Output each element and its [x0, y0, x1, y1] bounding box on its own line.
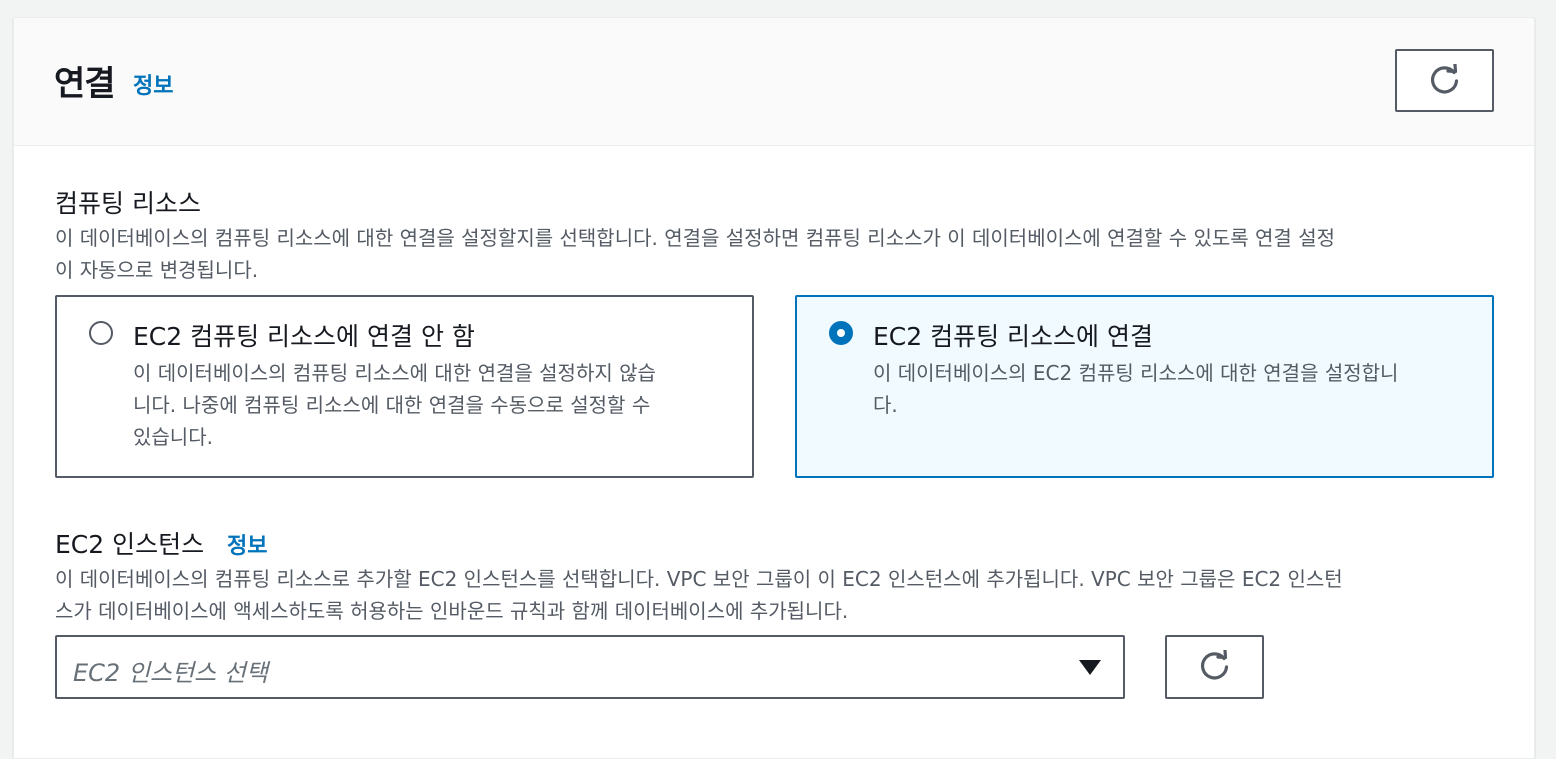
option-connect-desc-line-1: 이 데이터베이스의 EC2 컴퓨팅 리소스에 대한 연결을 설정합니: [873, 361, 1399, 385]
option-no-connect-desc-line-3: 있습니다.: [133, 425, 213, 449]
radio-connect[interactable]: [829, 321, 853, 345]
refresh-button[interactable]: [1395, 49, 1494, 112]
info-link[interactable]: 정보: [133, 68, 173, 100]
ec2-instance-select-placeholder: EC2 인스턴스 선택: [73, 659, 268, 687]
option-connect-desc-line-2: 다.: [873, 393, 898, 417]
option-no-connect[interactable]: EC2 컴퓨팅 리소스에 연결 안 함 이 데이터베이스의 컴퓨팅 리소스에 대…: [55, 295, 754, 478]
ec2-instance-description-1: 이 데이터베이스의 컴퓨팅 리소스로 추가할 EC2 인스턴스를 선택합니다. …: [55, 567, 1343, 591]
ec2-instance-label: EC2 인스턴스: [55, 530, 205, 559]
connectivity-panel: 연결 정보 컴퓨팅 리소스 이 데이터베이스의 컴퓨팅 리소스에 대한 연결을 …: [13, 17, 1535, 759]
ec2-instance-info-link[interactable]: 정보: [227, 528, 267, 560]
option-no-connect-desc-line-2: 니다. 나중에 컴퓨팅 리소스에 대한 연결을 수동으로 설정할 수: [133, 393, 651, 417]
refresh-icon: [1430, 63, 1458, 93]
option-no-connect-description: 이 데이터베이스의 컴퓨팅 리소스에 대한 연결을 설정하지 않습 니다. 나중…: [133, 357, 733, 453]
option-no-connect-title: EC2 컴퓨팅 리소스에 연결 안 함: [133, 322, 475, 351]
option-connect[interactable]: EC2 컴퓨팅 리소스에 연결 이 데이터베이스의 EC2 컴퓨팅 리소스에 대…: [795, 295, 1494, 478]
radio-no-connect[interactable]: [89, 321, 113, 345]
instance-refresh-button[interactable]: [1165, 635, 1264, 699]
compute-resource-description-2: 이 자동으로 변경됩니다.: [55, 258, 259, 282]
option-connect-description: 이 데이터베이스의 EC2 컴퓨팅 리소스에 대한 연결을 설정합니 다.: [873, 357, 1473, 421]
caret-down-icon: [1079, 660, 1101, 675]
refresh-icon: [1200, 650, 1228, 680]
option-connect-title: EC2 컴퓨팅 리소스에 연결: [873, 322, 1153, 351]
panel-title: 연결: [54, 64, 116, 104]
ec2-instance-select[interactable]: EC2 인스턴스 선택: [55, 635, 1125, 699]
compute-resource-description-1: 이 데이터베이스의 컴퓨팅 리소스에 대한 연결을 설정할지를 선택합니다. 연…: [55, 226, 1335, 250]
compute-resource-label: 컴퓨팅 리소스: [55, 189, 201, 218]
ec2-instance-description-2: 스가 데이터베이스에 액세스하도록 허용하는 인바운드 규칙과 함께 데이터베이…: [55, 599, 849, 623]
panel-header: 연결 정보: [14, 18, 1534, 146]
option-no-connect-desc-line-1: 이 데이터베이스의 컴퓨팅 리소스에 대한 연결을 설정하지 않습: [133, 361, 656, 385]
